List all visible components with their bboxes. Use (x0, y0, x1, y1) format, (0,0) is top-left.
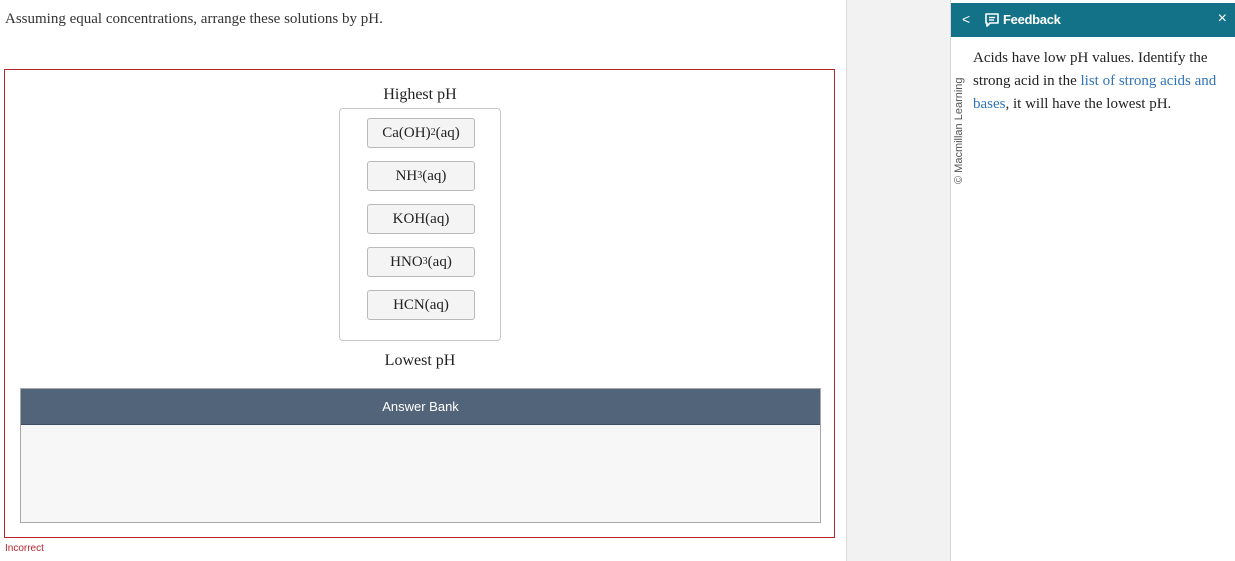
tile-text: KOH(aq) (392, 210, 450, 227)
highest-ph-label: Highest pH (383, 86, 457, 103)
copyright-label: © Macmillan Learning (953, 77, 965, 184)
tile-koh[interactable]: KOH(aq) (367, 204, 475, 234)
status-incorrect: Incorrect (5, 543, 44, 554)
lowest-ph-label: Lowest pH (384, 352, 456, 369)
chevron-left-icon[interactable]: < (962, 11, 970, 27)
feedback-header: < Feedback × (951, 3, 1235, 37)
feedback-panel: < Feedback × © Macmillan Learning Acids … (950, 0, 1235, 561)
feedback-text: Acids have low pH values. Identify the s… (973, 47, 1231, 116)
tile-hcn[interactable]: HCN(aq) (367, 290, 475, 320)
panel-gutter (846, 0, 950, 561)
feedback-icon (985, 13, 999, 27)
tile-suffix: (aq) (427, 253, 452, 270)
tile-nh3[interactable]: NH 3 (aq) (367, 161, 475, 191)
answer-bank-header: Answer Bank (21, 389, 820, 425)
tile-suffix: (aq) (422, 167, 447, 184)
feedback-title: Feedback (1003, 12, 1061, 27)
feedback-text-end: , it will have the lowest pH. (1005, 96, 1172, 112)
close-icon[interactable]: × (1218, 10, 1227, 28)
tile-caoh2[interactable]: Ca(OH) 2 (aq) (367, 118, 475, 148)
tile-hno3[interactable]: HNO 3 (aq) (367, 247, 475, 277)
tile-suffix: (aq) (435, 124, 460, 141)
tile-text: Ca(OH) (382, 124, 431, 141)
question-text: Assuming equal concentrations, arrange t… (5, 11, 383, 27)
tile-text: HCN(aq) (393, 296, 449, 313)
answer-bank[interactable]: Answer Bank (20, 388, 821, 523)
ranking-dropzone[interactable]: Ca(OH) 2 (aq) NH 3 (aq) KOH(aq) HNO 3 (aq) HCN… (339, 108, 501, 341)
tile-text: NH (395, 167, 418, 184)
tile-text: HNO (390, 253, 423, 270)
